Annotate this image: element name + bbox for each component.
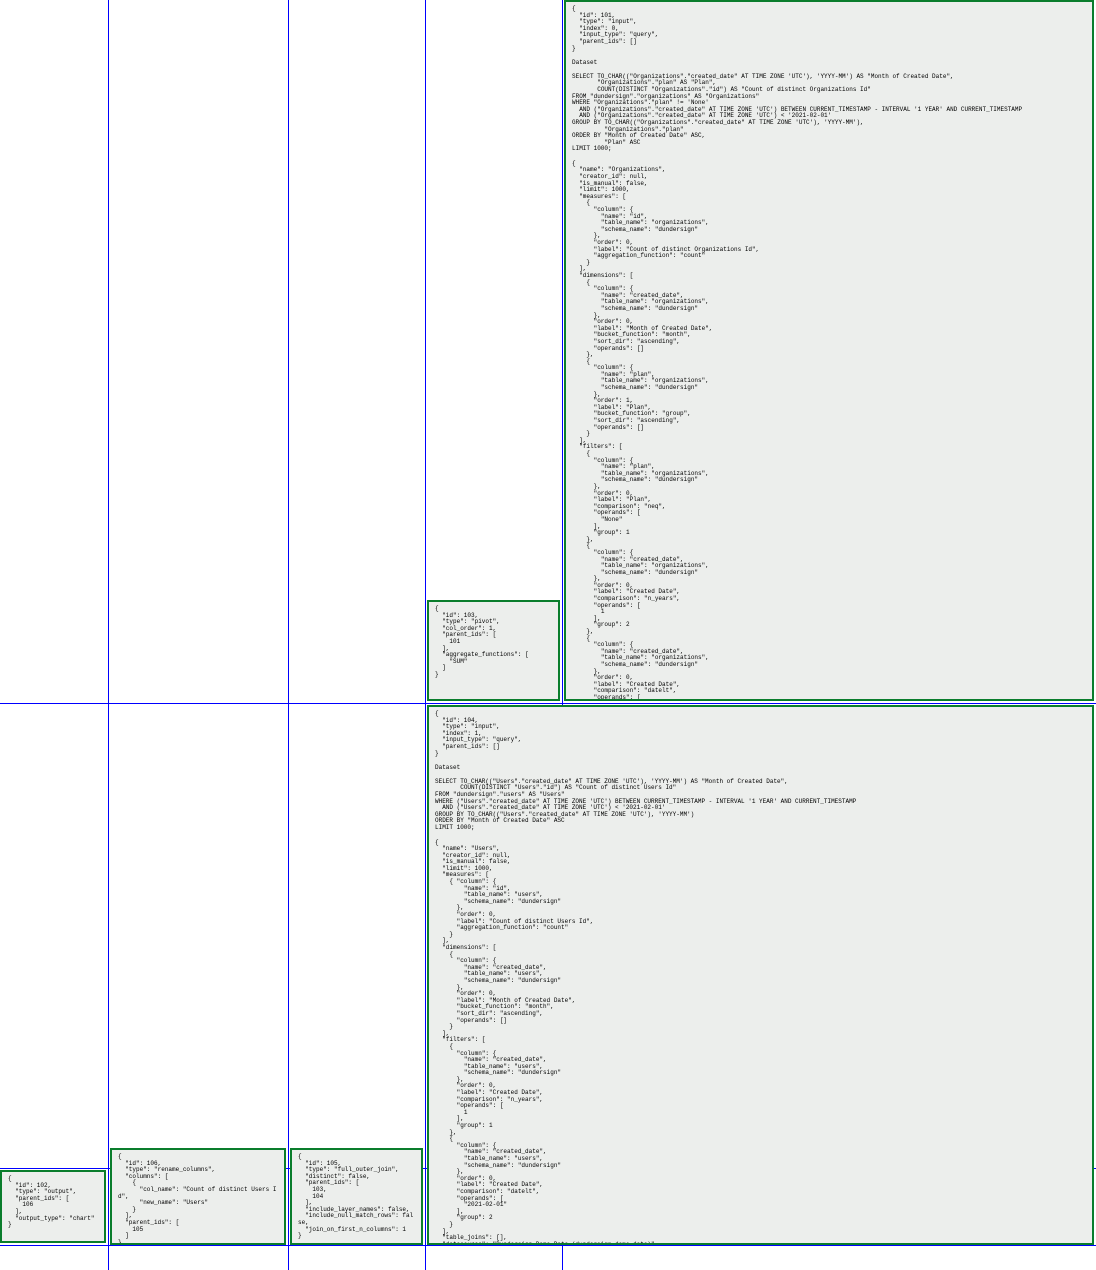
node-104-header: { "id": 104, "type": "input", "index": 1…	[429, 707, 1092, 761]
node-104-body: { "name": "Users", "creator_id": null, "…	[429, 836, 1092, 1246]
node-104-dataset-label: Dataset	[429, 765, 1092, 772]
node-103-body: { "id": 103, "type": "pivot", "col_order…	[429, 602, 558, 683]
gridline-h3	[0, 1245, 1096, 1246]
node-output-102[interactable]: { "id": 102, "type": "output", "parent_i…	[0, 1170, 106, 1243]
node-102-body: { "id": 102, "type": "output", "parent_i…	[2, 1172, 104, 1233]
node-101-body: { "name": "Organizations", "creator_id":…	[566, 157, 1092, 701]
node-106-body: { "id": 106, "type": "rename_columns", "…	[112, 1150, 284, 1245]
gridline-v3	[425, 0, 426, 1270]
node-101-dataset-label: Dataset	[566, 60, 1092, 67]
dag-canvas: { "id": 101, "type": "input", "index": 0…	[0, 0, 1096, 1270]
gridline-v2	[288, 0, 289, 1270]
node-101-sql: SELECT TO_CHAR(("Organizations"."created…	[566, 70, 1092, 157]
node-pivot-103[interactable]: { "id": 103, "type": "pivot", "col_order…	[427, 600, 560, 701]
node-input-101[interactable]: { "id": 101, "type": "input", "index": 0…	[564, 0, 1094, 701]
gridline-h1	[0, 703, 1096, 704]
node-input-104[interactable]: { "id": 104, "type": "input", "index": 1…	[427, 705, 1094, 1245]
node-104-sql: SELECT TO_CHAR(("Users"."created_date" A…	[429, 775, 1092, 836]
node-105-body: { "id": 105, "type": "full_outer_join", …	[292, 1150, 421, 1244]
node-rename-106[interactable]: { "id": 106, "type": "rename_columns", "…	[110, 1148, 286, 1245]
gridline-v1	[108, 0, 109, 1270]
node-join-105[interactable]: { "id": 105, "type": "full_outer_join", …	[290, 1148, 423, 1245]
node-101-header: { "id": 101, "type": "input", "index": 0…	[566, 2, 1092, 56]
